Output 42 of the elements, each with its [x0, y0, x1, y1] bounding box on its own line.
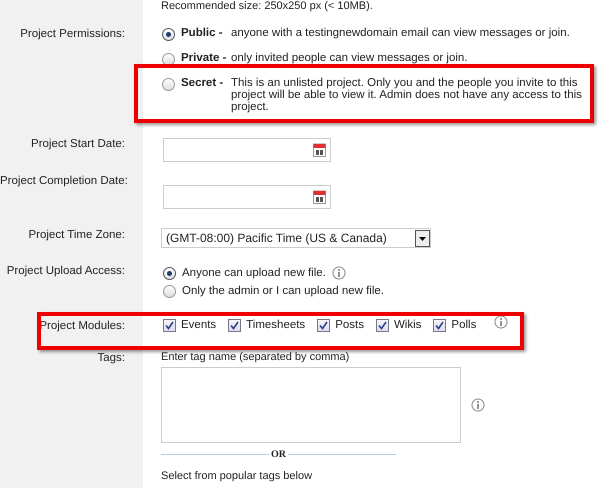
checkbox[interactable]: [163, 318, 176, 332]
option-title: Secret -: [181, 77, 224, 89]
module-label: Polls: [451, 319, 476, 331]
field-label: Project Modules:: [39, 320, 125, 332]
checkbox[interactable]: [376, 318, 389, 332]
field-label: Project Time Zone:: [28, 229, 125, 241]
field-label: Tags:: [98, 352, 125, 364]
module-label: Events: [181, 319, 216, 331]
checkbox[interactable]: [433, 318, 446, 332]
info-icon[interactable]: [471, 398, 485, 412]
option-title: Public -: [181, 27, 224, 39]
option-title: Private -: [181, 52, 228, 64]
checkbox[interactable]: [228, 318, 242, 332]
field-label: Project Completion Date:: [0, 175, 128, 187]
popular-tags-note: Select from popular tags below: [161, 470, 314, 482]
option-description: This is an unlisted project. Only you and the people you invite to this project will be able to view it. Admin does not have any access to this project.: [231, 77, 582, 113]
field-label: Project Upload Access:: [6, 265, 125, 277]
module-label: Timesheets: [246, 319, 306, 331]
option-label: Only the admin or I can upload new file.: [182, 285, 384, 297]
upload-size-note: Recommended size: 250x250 px (< 10MB).: [161, 0, 374, 12]
checkbox[interactable]: [317, 318, 330, 332]
tag-hint: Enter tag name (separated by comma): [161, 351, 350, 363]
field-label: Project Start Date:: [31, 138, 125, 150]
calendar-icon[interactable]: [313, 143, 326, 157]
option-label: Anyone can upload new file.: [182, 267, 326, 279]
tags-input[interactable]: [161, 367, 461, 443]
radio-button[interactable]: [162, 78, 175, 91]
date-field[interactable]: [163, 138, 331, 162]
radio-button[interactable]: [163, 284, 176, 298]
module-label: Wikis: [394, 319, 422, 331]
time-zone-dropdown[interactable]: (GMT-08:00) Pacific Time (US & Canada): [161, 228, 431, 248]
option-description: only invited people can view messages or join.: [231, 52, 469, 64]
field-label: Project Permissions:: [20, 28, 125, 40]
radio-button[interactable]: [162, 28, 175, 41]
info-icon[interactable]: [494, 315, 508, 329]
info-icon[interactable]: [332, 266, 346, 280]
radio-button[interactable]: [163, 266, 176, 280]
date-field[interactable]: [163, 185, 331, 209]
or-separator: OR: [270, 449, 287, 460]
module-label: Posts: [335, 319, 364, 331]
option-description: anyone with a testingnewdomain email can view messages or join.: [231, 27, 571, 39]
calendar-icon[interactable]: [313, 190, 326, 204]
